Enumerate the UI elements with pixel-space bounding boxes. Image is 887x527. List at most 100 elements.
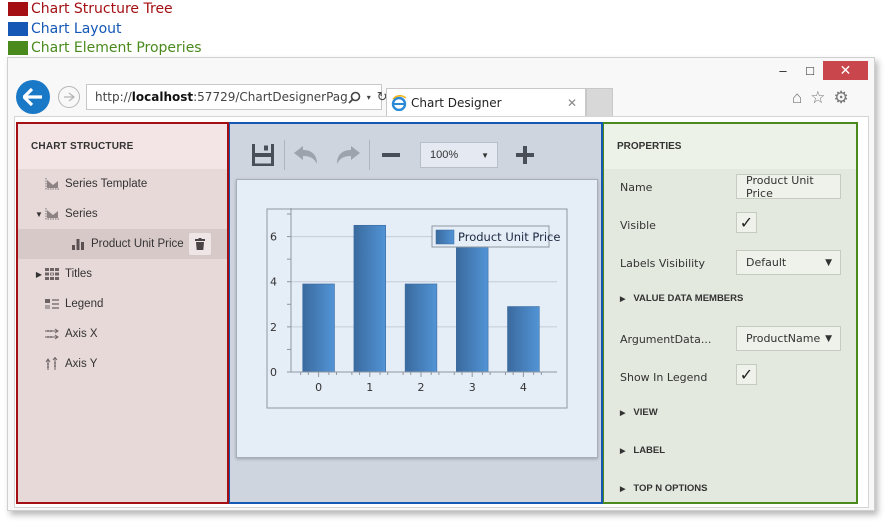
ie-icon xyxy=(391,94,407,111)
argument-data-label: ArgumentData... xyxy=(620,333,712,346)
zoom-value: 100% xyxy=(430,149,459,161)
y-tick-label: 0 xyxy=(270,366,277,379)
legend-chart-layout: Chart Layout xyxy=(8,20,122,38)
bar-chart[interactable]: 0 2 4 6 0 1 2 3 4 Product Unit Price xyxy=(237,180,597,457)
url-text: http://localhost:57729/ChartDesignerPag xyxy=(95,90,348,104)
legend-icon xyxy=(44,296,60,312)
y-tick-label: 4 xyxy=(270,276,277,289)
maximize-button[interactable]: □ xyxy=(797,61,823,80)
new-tab-button[interactable] xyxy=(586,88,613,116)
labels-visibility-label: Labels Visibility xyxy=(620,257,706,270)
labels-visibility-value: Default xyxy=(746,256,787,269)
address-bar[interactable]: http://localhost:57729/ChartDesignerPag … xyxy=(86,84,388,110)
chart-structure-title: CHART STRUCTURE xyxy=(18,124,227,169)
section-label: VALUE DATA MEMBERS xyxy=(633,293,744,304)
back-button[interactable] xyxy=(16,80,50,114)
tree-item-label: Titles xyxy=(65,268,93,280)
labels-visibility-select[interactable]: Default ▼ xyxy=(736,250,841,275)
chevron-down-icon: ▼ xyxy=(825,257,832,268)
redo-icon xyxy=(337,146,360,164)
expand-arrow-icon[interactable]: ▼ xyxy=(34,210,44,219)
titles-icon xyxy=(44,266,60,282)
argument-data-value: ProductName xyxy=(746,332,821,345)
chart-layout-panel: 100% ▼ 0 2 4 6 0 1 2 3 4 Product Unit Price xyxy=(229,122,603,504)
visible-label: Visible xyxy=(620,219,656,232)
tab-close-icon[interactable]: ✕ xyxy=(567,96,577,110)
chart-legend-label: Product Unit Price xyxy=(458,230,560,244)
bar-series-icon xyxy=(70,236,86,252)
series-template-icon xyxy=(44,176,60,192)
zoom-out-button[interactable] xyxy=(376,140,406,170)
tree-item-titles[interactable]: ▶ Titles xyxy=(18,259,227,289)
legend-swatch-blue xyxy=(8,22,28,36)
redo-button[interactable] xyxy=(333,140,363,170)
section-label[interactable]: ▶ LABEL xyxy=(620,445,665,456)
expand-arrow-icon: ▶ xyxy=(620,295,626,303)
expand-arrow-icon: ▶ xyxy=(620,447,626,455)
close-button[interactable]: ✕ xyxy=(823,61,868,80)
legend-label: Chart Structure Tree xyxy=(31,1,173,17)
legend-chart-element-properties: Chart Element Properies xyxy=(8,39,202,57)
section-view[interactable]: ▶ VIEW xyxy=(620,407,658,418)
checkmark-icon: ✓ xyxy=(739,366,754,384)
zoom-in-button[interactable] xyxy=(510,140,540,170)
favorites-star-icon[interactable]: ☆ xyxy=(810,88,825,108)
chart-structure-panel: CHART STRUCTURE Series Template ▼ Series… xyxy=(16,122,229,504)
save-button[interactable] xyxy=(248,140,278,170)
name-value: Product Unit Price xyxy=(746,173,814,200)
chevron-down-icon: ▼ xyxy=(825,333,832,344)
properties-title: PROPERTIES xyxy=(604,124,856,169)
save-icon xyxy=(252,144,274,166)
x-tick-label: 2 xyxy=(418,381,425,394)
section-value-data-members[interactable]: ▶ VALUE DATA MEMBERS xyxy=(620,293,743,304)
delete-series-button[interactable] xyxy=(189,233,211,255)
axis-y-icon xyxy=(44,356,60,372)
chevron-down-icon: ▼ xyxy=(481,150,489,160)
tree-item-axis-x[interactable]: Axis X xyxy=(18,319,227,349)
x-tick-label: 1 xyxy=(366,381,373,394)
chart-legend[interactable]: Product Unit Price xyxy=(431,225,560,248)
x-tick-label: 0 xyxy=(315,381,322,394)
tree-item-series-template[interactable]: Series Template xyxy=(18,169,227,199)
bar-3 xyxy=(456,236,489,373)
visible-checkbox[interactable]: ✓ xyxy=(736,212,757,233)
chart-surface[interactable]: 0 2 4 6 0 1 2 3 4 Product Unit Price xyxy=(236,179,598,458)
bar-2 xyxy=(404,283,438,373)
tree-item-label: Legend xyxy=(65,298,104,310)
zoom-select[interactable]: 100% ▼ xyxy=(420,142,498,168)
legend-label: Chart Layout xyxy=(31,21,122,37)
expand-arrow-icon[interactable]: ▶ xyxy=(34,270,44,279)
x-tick-label: 3 xyxy=(469,381,476,394)
settings-gear-icon[interactable]: ⚙ xyxy=(834,88,849,108)
minimize-button[interactable]: – xyxy=(770,61,796,80)
home-icon[interactable]: ⌂ xyxy=(792,88,802,108)
name-input[interactable]: Product Unit Price xyxy=(736,173,841,200)
dropdown-icon[interactable]: ▾ xyxy=(367,93,371,102)
undo-icon xyxy=(294,146,317,164)
name-label: Name xyxy=(620,181,653,194)
designer-toolbar: 100% ▼ xyxy=(248,138,540,172)
show-in-legend-checkbox[interactable]: ✓ xyxy=(736,364,757,385)
legend-chart-structure-tree: Chart Structure Tree xyxy=(8,0,173,18)
tree-item-label: Axis X xyxy=(65,328,98,340)
tree-item-legend[interactable]: Legend xyxy=(18,289,227,319)
tree-item-axis-y[interactable]: Axis Y xyxy=(18,349,227,379)
forward-button[interactable] xyxy=(58,86,80,108)
argument-data-select[interactable]: ProductName ▼ xyxy=(736,326,841,351)
tab-chart-designer[interactable]: Chart Designer ✕ xyxy=(386,88,586,116)
legend-label: Chart Element Properies xyxy=(31,40,202,56)
expand-arrow-icon: ▶ xyxy=(620,485,626,493)
series-icon xyxy=(44,206,60,222)
tree-item-label: Series xyxy=(65,208,98,220)
y-tick-label: 6 xyxy=(270,231,277,244)
trash-icon xyxy=(195,238,205,250)
section-label: TOP N OPTIONS xyxy=(633,483,708,494)
tree-item-series[interactable]: ▼ Series xyxy=(18,199,227,229)
tree-item-product-unit-price[interactable]: Product Unit Price xyxy=(18,229,227,259)
y-tick-label: 2 xyxy=(270,321,277,334)
search-icon[interactable] xyxy=(348,91,361,104)
arrow-right-icon xyxy=(64,92,75,102)
section-top-n-options[interactable]: ▶ TOP N OPTIONS xyxy=(620,483,707,494)
legend-swatch-green xyxy=(8,41,28,55)
undo-button[interactable] xyxy=(291,140,321,170)
